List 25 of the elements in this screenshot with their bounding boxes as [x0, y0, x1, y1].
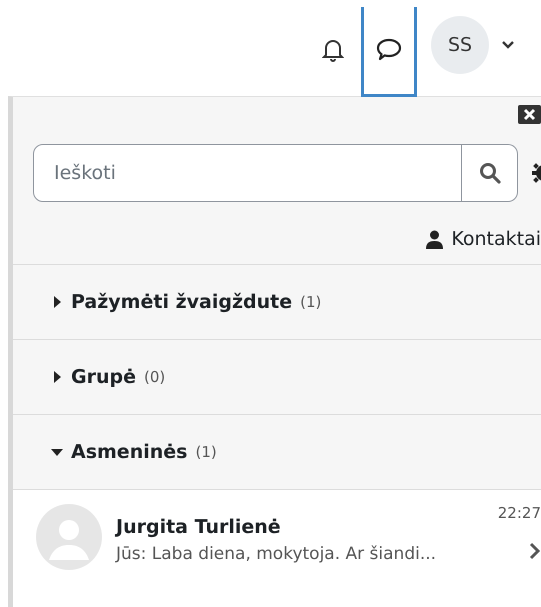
chevron-down-icon[interactable] [501, 40, 515, 50]
settings-icon[interactable] [532, 161, 541, 185]
avatar-silhouette-icon [36, 504, 102, 570]
section-title: Asmeninės [71, 441, 188, 463]
section-header[interactable]: Pažymėti žvaigždute (1) [13, 264, 541, 339]
bell-icon [322, 37, 344, 63]
speech-bubble-icon [375, 37, 403, 63]
search-button[interactable] [462, 144, 518, 202]
chevron-right-icon [529, 542, 541, 560]
search-field[interactable]: Ieškoti [33, 144, 462, 202]
section-count: (1) [195, 443, 217, 461]
contacts-link[interactable]: Kontaktai [426, 228, 541, 250]
close-icon[interactable] [518, 105, 541, 124]
message-preview: Jūs: Laba diena, mokytoja. Ar šiandi... [116, 544, 436, 564]
section-title: Grupė [71, 366, 136, 388]
section-count: (1) [300, 293, 322, 311]
contact-name: Jurgita Turlienė [116, 516, 281, 538]
section-title: Pažymėti žvaigždute [71, 291, 292, 313]
user-avatar[interactable]: SS [431, 16, 489, 74]
conversation-item[interactable]: Jurgita Turlienė 22:27 Jūs: Laba diena, mokytoja. Ar šiandi... [13, 489, 541, 607]
search-icon [478, 162, 500, 184]
section-count: (0) [144, 368, 166, 386]
person-icon [426, 230, 444, 248]
message-time: 22:27 [498, 504, 541, 522]
section-header[interactable]: Grupė (0) [13, 339, 541, 414]
